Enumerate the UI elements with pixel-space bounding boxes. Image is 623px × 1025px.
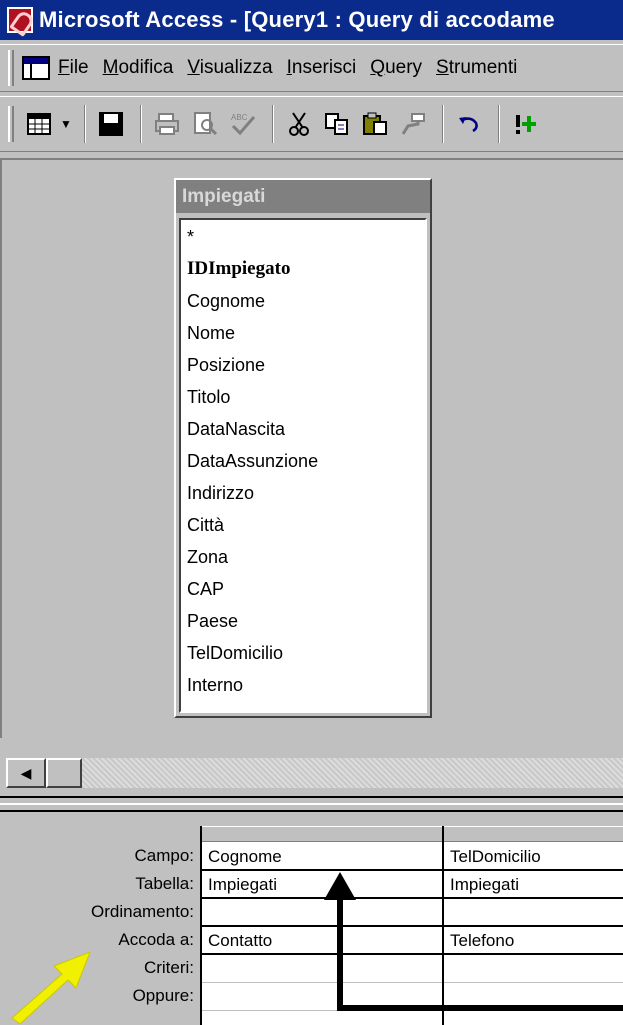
field-item[interactable]: Interno xyxy=(181,670,425,702)
column-selector[interactable] xyxy=(202,826,442,842)
query-window-icon[interactable] xyxy=(22,56,50,80)
pane-splitter[interactable] xyxy=(0,796,623,812)
toolbar-separator xyxy=(139,105,142,143)
undo-icon[interactable] xyxy=(452,107,486,141)
field-item[interactable]: Titolo xyxy=(181,382,425,414)
yellow-pointer-arrow xyxy=(11,951,91,1024)
menubar-grip[interactable] xyxy=(8,50,14,86)
menu-modifica[interactable]: Modifica xyxy=(103,57,174,79)
field-item[interactable]: DataNascita xyxy=(181,414,425,446)
field-item[interactable]: DataAssunzione xyxy=(181,446,425,478)
field-item[interactable]: TelDomicilio xyxy=(181,638,425,670)
print-preview-icon[interactable] xyxy=(188,107,222,141)
format-painter-icon[interactable] xyxy=(396,107,430,141)
svg-text:ABC: ABC xyxy=(231,113,248,122)
row-label-oppure: Oppure: xyxy=(132,986,194,1005)
toolbar: ▼ ABC xyxy=(0,96,623,152)
row-label-campo: Campo: xyxy=(134,846,194,865)
black-callout-arrow xyxy=(324,872,623,1011)
field-item[interactable]: Cognome xyxy=(181,286,425,318)
query-design-upper-pane[interactable]: Impiegati * IDImpiegato Cognome Nome Pos… xyxy=(0,158,623,738)
field-item[interactable]: Città xyxy=(181,510,425,542)
field-item[interactable]: Indirizzo xyxy=(181,478,425,510)
dropdown-arrow-icon[interactable]: ▼ xyxy=(60,117,72,131)
row-label-tabella: Tabella: xyxy=(135,874,194,893)
field-list-impiegati[interactable]: Impiegati * IDImpiegato Cognome Nome Pos… xyxy=(174,178,432,718)
menu-file[interactable]: File xyxy=(58,57,89,79)
field-item-primary-key[interactable]: IDImpiegato xyxy=(181,254,425,286)
menu-inserisci[interactable]: Inserisci xyxy=(287,57,357,79)
row-label-criteri: Criteri: xyxy=(143,958,194,977)
menu-visualizza[interactable]: Visualizza xyxy=(187,57,272,79)
row-label-ordinamento: Ordinamento: xyxy=(91,902,194,921)
grid-cell-campo[interactable]: TelDomicilio xyxy=(444,843,623,871)
paste-icon[interactable] xyxy=(358,107,392,141)
grid-cell-campo[interactable]: Cognome xyxy=(202,843,442,871)
scroll-thumb[interactable] xyxy=(46,758,82,788)
toolbar-grip[interactable] xyxy=(8,106,14,142)
toolbar-separator xyxy=(441,105,444,143)
field-item[interactable]: Posizione xyxy=(181,350,425,382)
column-selector[interactable] xyxy=(444,826,623,842)
toolbar-separator xyxy=(497,105,500,143)
field-item[interactable]: * xyxy=(181,222,425,254)
row-label-accoda: Accoda a: xyxy=(118,930,194,949)
field-list-title[interactable]: Impiegati xyxy=(176,180,430,214)
horizontal-scrollbar[interactable]: ◀ xyxy=(6,758,623,788)
save-icon[interactable] xyxy=(94,107,128,141)
menu-strumenti[interactable]: Strumenti xyxy=(436,57,517,79)
spelling-icon[interactable]: ABC xyxy=(226,107,260,141)
menu-query[interactable]: Query xyxy=(370,57,422,79)
access-app-icon[interactable] xyxy=(7,7,33,33)
toolbar-separator xyxy=(83,105,86,143)
field-item[interactable]: Paese xyxy=(181,606,425,638)
title-bar: Microsoft Access - [Query1 : Query di ac… xyxy=(0,0,623,40)
field-item[interactable]: Zona xyxy=(181,542,425,574)
toolbar-separator xyxy=(271,105,274,143)
print-icon[interactable] xyxy=(150,107,184,141)
field-list-body: * IDImpiegato Cognome Nome Posizione Tit… xyxy=(179,218,427,713)
window-title: Microsoft Access - [Query1 : Query di ac… xyxy=(39,7,555,32)
field-item[interactable]: Nome xyxy=(181,318,425,350)
menu-bar: File Modifica Visualizza Inserisci Query… xyxy=(0,44,623,92)
cut-icon[interactable] xyxy=(282,107,316,141)
copy-icon[interactable] xyxy=(320,107,354,141)
view-datasheet-icon[interactable] xyxy=(22,107,56,141)
scroll-left-arrow-icon[interactable]: ◀ xyxy=(6,758,46,788)
run-icon[interactable] xyxy=(508,107,542,141)
field-item[interactable]: CAP xyxy=(181,574,425,606)
